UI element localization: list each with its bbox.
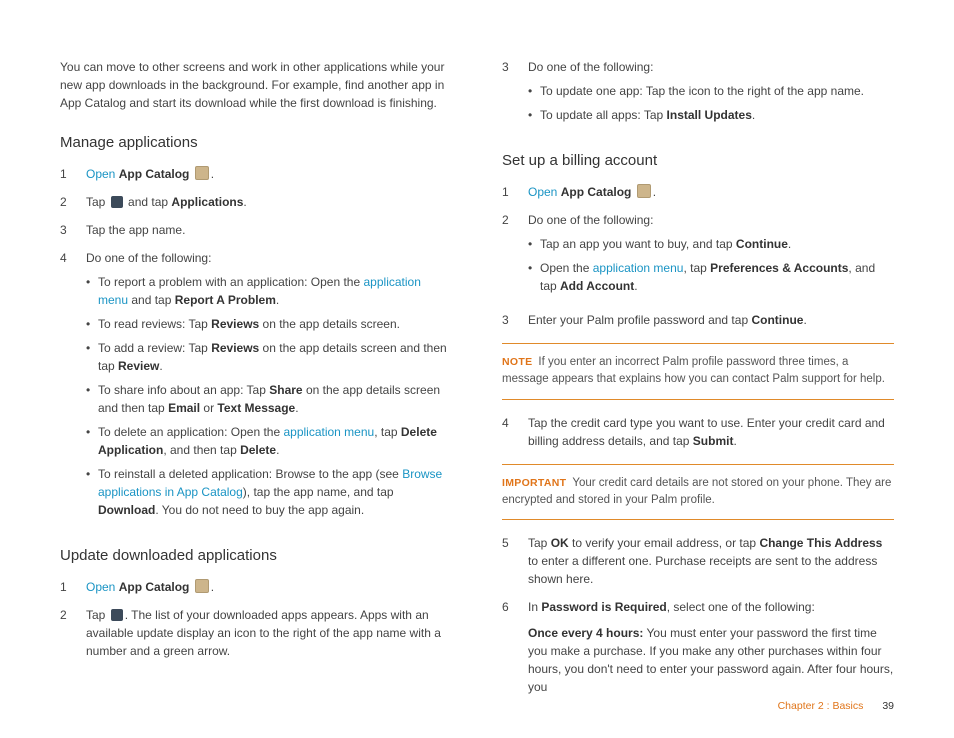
step-number: 1 (502, 183, 528, 201)
app-catalog-icon (637, 184, 651, 198)
bullet-reinstall-app: To reinstall a deleted application: Brow… (86, 465, 452, 519)
step-number: 4 (60, 249, 86, 267)
application-menu-link[interactable]: application menu (283, 425, 374, 439)
bullet-update-all: To update all apps: Tap Install Updates. (528, 106, 894, 124)
open-link[interactable]: Open (86, 167, 115, 181)
step-number: 1 (60, 578, 86, 596)
step-billing-4: 4 Tap the credit card type you want to u… (502, 414, 894, 450)
step-manage-3: 3 Tap the app name. (60, 221, 452, 239)
bullet-add-review: To add a review: Tap Reviews on the app … (86, 339, 452, 375)
step-manage-2: 2 Tap and tap Applications. (60, 193, 452, 211)
step-billing-3: 3 Enter your Palm profile password and t… (502, 311, 894, 329)
page-number: 39 (882, 700, 894, 712)
page-footer: Chapter 2 : Basics 39 (778, 700, 894, 712)
step-billing-5: 5 Tap OK to verify your email address, o… (502, 534, 894, 588)
step-number: 2 (60, 193, 86, 211)
downloads-icon (111, 609, 123, 621)
step-number: 2 (60, 606, 86, 624)
note-text: If you enter an incorrect Palm profile p… (502, 356, 885, 385)
bullet-add-account: Open the application menu, tap Preferenc… (528, 259, 894, 295)
step-number: 1 (60, 165, 86, 183)
bullet-share-info: To share info about an app: Tap Share on… (86, 381, 452, 417)
step-update-2: 2 Tap . The list of your downloaded apps… (60, 606, 452, 660)
step-number: 6 (502, 598, 528, 616)
heading-manage-applications: Manage applications (60, 134, 452, 151)
step-billing-1: 1 Open App Catalog . (502, 183, 894, 201)
application-menu-link[interactable]: application menu (593, 261, 684, 275)
app-catalog-icon (195, 166, 209, 180)
bullet-delete-app: To delete an application: Open the appli… (86, 423, 452, 459)
bullet-report-problem: To report a problem with an application:… (86, 273, 452, 309)
bullet-read-reviews: To read reviews: Tap Reviews on the app … (86, 315, 452, 333)
app-catalog-label: App Catalog (119, 167, 190, 181)
bullet-tap-buy: Tap an app you want to buy, and tap Cont… (528, 235, 894, 253)
password-option-paragraph: Once every 4 hours: You must enter your … (528, 624, 894, 696)
important-box: IMPORTANTYour credit card details are no… (502, 464, 894, 521)
step-number: 4 (502, 414, 528, 432)
step-manage-1: 1 Open App Catalog . (60, 165, 452, 183)
open-link[interactable]: Open (86, 580, 115, 594)
note-label: NOTE (502, 356, 532, 368)
important-label: IMPORTANT (502, 477, 566, 489)
step-number: 5 (502, 534, 528, 552)
heading-billing-account: Set up a billing account (502, 152, 894, 169)
step-number: 3 (60, 221, 86, 239)
step-number: 3 (502, 58, 528, 76)
step-update-1: 1 Open App Catalog . (60, 578, 452, 596)
left-column: You can move to other screens and work i… (60, 58, 452, 698)
menu-icon (111, 196, 123, 208)
step-number: 2 (502, 211, 528, 229)
step-manage-4: 4 Do one of the following: To report a p… (60, 249, 452, 525)
right-column: 3 Do one of the following: To update one… (502, 58, 894, 698)
chapter-label: Chapter 2 : Basics (778, 700, 864, 712)
intro-paragraph: You can move to other screens and work i… (60, 58, 452, 112)
bullet-update-one: To update one app: Tap the icon to the r… (528, 82, 894, 100)
step-number: 3 (502, 311, 528, 329)
heading-update-applications: Update downloaded applications (60, 547, 452, 564)
note-box: NOTEIf you enter an incorrect Palm profi… (502, 343, 894, 400)
step-billing-2: 2 Do one of the following: Tap an app yo… (502, 211, 894, 301)
app-catalog-icon (195, 579, 209, 593)
step-billing-6: 6 In Password is Required, select one of… (502, 598, 894, 708)
open-link[interactable]: Open (528, 185, 557, 199)
step-update-3: 3 Do one of the following: To update one… (502, 58, 894, 130)
